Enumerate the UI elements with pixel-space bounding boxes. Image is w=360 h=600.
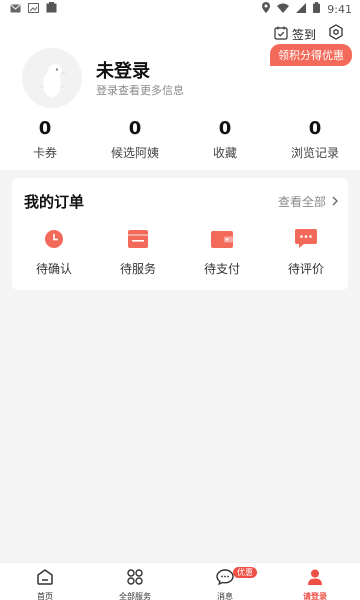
checkin-area: 签到 bbox=[274, 24, 344, 44]
username[interactable]: 未登录 bbox=[96, 57, 150, 83]
stat-value: 0 bbox=[218, 118, 232, 139]
order-pending-review[interactable]: 待评价 bbox=[264, 228, 348, 277]
calendar-icon bbox=[126, 228, 150, 250]
bottom-navigation: 首页 全部服务 优惠 消息 请登录 bbox=[0, 562, 360, 600]
order-label: 待评价 bbox=[287, 262, 324, 276]
signal-icon bbox=[296, 2, 307, 16]
clipboard-notification-icon bbox=[46, 2, 57, 16]
location-icon bbox=[262, 2, 271, 16]
chevron-right-icon bbox=[332, 195, 338, 209]
user-icon bbox=[306, 569, 324, 589]
status-bar: 9:41 bbox=[0, 0, 360, 18]
avatar[interactable] bbox=[22, 48, 82, 108]
status-time: 9:41 bbox=[327, 2, 352, 16]
order-pending-confirm[interactable]: 待确认 bbox=[12, 228, 96, 277]
stat-label: 候选阿姨 bbox=[110, 146, 159, 160]
view-all-orders-link[interactable]: 查看全部 bbox=[278, 193, 338, 210]
view-all-label: 查看全部 bbox=[277, 195, 326, 209]
promo-badge: 优惠 bbox=[233, 567, 257, 578]
stats-row: 0 卡券 0 候选阿姨 0 收藏 0 浏览记录 bbox=[0, 118, 360, 161]
nav-label: 全部服务 bbox=[119, 592, 151, 600]
mail-notification-icon bbox=[10, 3, 21, 16]
status-bar-right: 9:41 bbox=[262, 2, 352, 16]
wallet-icon bbox=[210, 228, 234, 250]
comment-icon bbox=[294, 228, 318, 250]
nav-messages[interactable]: 优惠 消息 bbox=[180, 563, 270, 600]
nav-label: 消息 bbox=[217, 592, 233, 600]
nav-label: 首页 bbox=[37, 592, 53, 600]
wifi-icon bbox=[277, 3, 290, 16]
clock-icon bbox=[42, 228, 66, 250]
checkin-label: 签到 bbox=[291, 27, 316, 42]
gallery-notification-icon bbox=[28, 2, 39, 16]
home-icon bbox=[36, 569, 54, 589]
stat-label: 浏览记录 bbox=[290, 146, 339, 160]
order-label: 待支付 bbox=[203, 262, 240, 276]
nav-all-services[interactable]: 全部服务 bbox=[90, 563, 180, 600]
my-orders-card: 我的订单 查看全部 待确认 待服务 待支付 待评价 bbox=[12, 178, 348, 290]
order-label: 待服务 bbox=[119, 262, 156, 276]
stat-history[interactable]: 0 浏览记录 bbox=[270, 118, 360, 161]
points-promo-badge[interactable]: 领积分得优惠 bbox=[270, 44, 352, 66]
profile-header: 签到 领积分得优惠 未登录 登录查看更多信息 0 卡券 0 候选阿姨 0 收藏 bbox=[0, 18, 360, 170]
stat-coupons[interactable]: 0 卡券 bbox=[0, 118, 90, 161]
stat-label: 卡券 bbox=[32, 146, 57, 160]
message-icon bbox=[216, 569, 234, 589]
nav-login[interactable]: 请登录 bbox=[270, 563, 360, 600]
orders-title: 我的订单 bbox=[24, 193, 85, 211]
stat-favorites[interactable]: 0 收藏 bbox=[180, 118, 270, 161]
nav-label: 请登录 bbox=[303, 592, 327, 600]
calendar-check-icon bbox=[274, 26, 288, 43]
stat-label: 收藏 bbox=[212, 146, 237, 160]
status-bar-left bbox=[10, 2, 57, 16]
order-pending-service[interactable]: 待服务 bbox=[96, 228, 180, 277]
login-hint[interactable]: 登录查看更多信息 bbox=[96, 82, 184, 98]
order-label: 待确认 bbox=[35, 262, 72, 276]
default-avatar-icon bbox=[39, 64, 67, 97]
stat-value: 0 bbox=[38, 118, 52, 139]
nav-home[interactable]: 首页 bbox=[0, 563, 90, 600]
stat-value: 0 bbox=[128, 118, 142, 139]
stat-value: 0 bbox=[308, 118, 322, 139]
settings-icon[interactable] bbox=[328, 24, 344, 44]
checkin-button[interactable]: 签到 bbox=[274, 26, 316, 43]
stat-candidate-nannies[interactable]: 0 候选阿姨 bbox=[90, 118, 180, 161]
order-pending-payment[interactable]: 待支付 bbox=[180, 228, 264, 277]
grid-icon bbox=[126, 569, 144, 589]
order-status-row: 待确认 待服务 待支付 待评价 bbox=[12, 228, 348, 277]
battery-icon bbox=[313, 2, 321, 16]
